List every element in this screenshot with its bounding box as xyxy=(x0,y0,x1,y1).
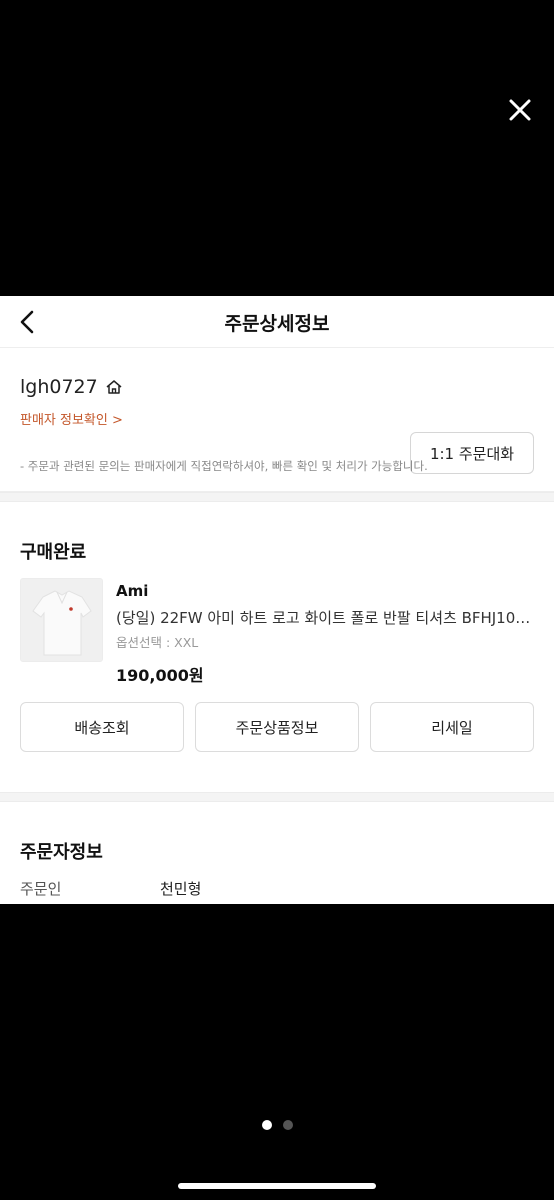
product-name[interactable]: (당일) 22FW 아미 하트 로고 화이트 폴로 반팔 티셔츠 BFHJ108… xyxy=(116,607,536,628)
order-detail-screen: 주문상세정보 lgh0727 판매자 정보확인 > 1:1 주문대화 - 주문과… xyxy=(0,296,554,904)
order-section: 구매완료 Ami (당일) 22FW 아미 하트 로고 화이트 폴로 반팔 티셔… xyxy=(0,502,554,792)
close-button[interactable] xyxy=(506,96,534,124)
order-product-info-button[interactable]: 주문상품정보 xyxy=(195,702,359,752)
seller-section: lgh0727 판매자 정보확인 > 1:1 주문대화 - 주문과 관련된 문의… xyxy=(0,348,554,492)
page-dot-1[interactable] xyxy=(261,1120,272,1130)
polo-shirt-image xyxy=(21,579,102,661)
order-chat-button[interactable]: 1:1 주문대화 xyxy=(410,432,534,474)
page-title: 주문상세정보 xyxy=(224,313,330,335)
top-nav: 주문상세정보 xyxy=(0,296,554,348)
seller-info-link[interactable]: 판매자 정보확인 > xyxy=(20,409,123,428)
inquiry-notice: - 주문과 관련된 문의는 판매자에게 직접연락하셔야, 빠른 확인 및 처리가… xyxy=(20,459,428,473)
seller-name: lgh0727 xyxy=(20,376,98,398)
resale-button[interactable]: 리세일 xyxy=(370,702,534,752)
section-divider xyxy=(0,792,554,802)
product-brand: Ami xyxy=(116,582,149,600)
buyer-heading: 주문자정보 xyxy=(20,842,103,863)
track-delivery-button[interactable]: 배송조회 xyxy=(20,702,184,752)
seller-name-row[interactable]: lgh0727 xyxy=(20,376,124,398)
product-thumbnail[interactable] xyxy=(20,578,103,662)
page-dot-2[interactable] xyxy=(282,1120,293,1130)
buyer-name: 천민형 xyxy=(160,880,202,898)
buyer-section: 주문자정보 주문인 천민형 xyxy=(0,802,554,904)
product-price: 190,000원 xyxy=(116,666,204,685)
home-icon xyxy=(106,380,122,394)
buyer-label: 주문인 xyxy=(20,880,62,898)
home-indicator[interactable] xyxy=(178,1183,376,1189)
section-divider xyxy=(0,492,554,502)
product-option: 옵션선택 : XXL xyxy=(116,635,199,650)
order-status: 구매완료 xyxy=(20,542,87,563)
page-indicator xyxy=(0,1120,554,1130)
order-actions: 배송조회 주문상품정보 리세일 xyxy=(20,702,534,752)
close-icon xyxy=(509,99,531,121)
